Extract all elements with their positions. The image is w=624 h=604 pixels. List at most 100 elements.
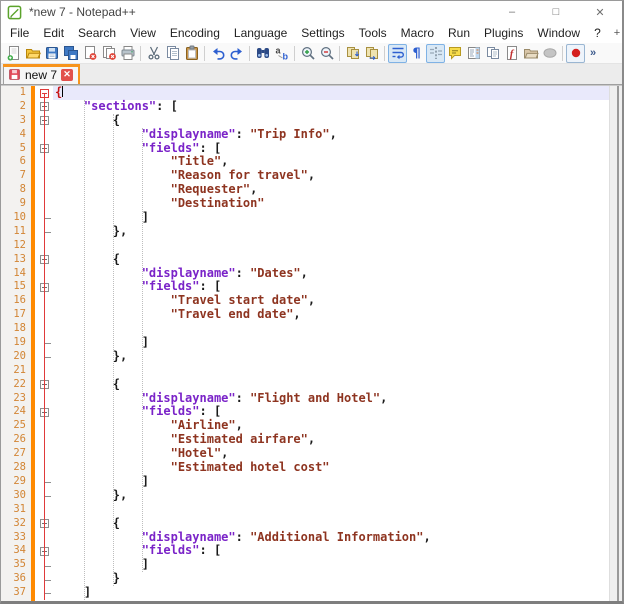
code-line[interactable] — [53, 364, 609, 378]
function-list-icon[interactable]: f — [502, 44, 521, 63]
code-line[interactable]: ] — [53, 211, 609, 225]
sync-horizontal-icon[interactable] — [362, 44, 381, 63]
code-line[interactable]: }, — [53, 350, 609, 364]
undo-icon[interactable] — [208, 44, 227, 63]
code-line[interactable]: "displayname": "Trip Info", — [53, 128, 609, 142]
print-icon[interactable] — [118, 44, 137, 63]
code-line[interactable] — [53, 503, 609, 517]
menu-item-search[interactable]: Search — [71, 24, 123, 42]
copy-icon[interactable] — [163, 44, 182, 63]
editor-pane[interactable]: 1234567891011121314151617181920212223242… — [1, 85, 622, 602]
menu-plus-button[interactable]: + — [608, 26, 624, 40]
minimize-button[interactable]: – — [490, 1, 534, 23]
line-number: 8 — [1, 183, 31, 197]
code-line[interactable]: "displayname": "Dates", — [53, 267, 609, 281]
record-macro-icon[interactable] — [566, 44, 585, 63]
replace-icon[interactable]: ab — [272, 44, 291, 63]
new-file-icon[interactable] — [4, 44, 23, 63]
code-line[interactable]: "Destination" — [53, 197, 609, 211]
save-all-icon[interactable] — [61, 44, 80, 63]
unsaved-file-icon — [8, 68, 21, 81]
close-file-icon[interactable] — [80, 44, 99, 63]
code-line[interactable]: "displayname": "Flight and Hotel", — [53, 392, 609, 406]
code-line[interactable] — [53, 322, 609, 336]
code-line[interactable]: "Airline", — [53, 419, 609, 433]
menu-item-plugins[interactable]: Plugins — [477, 24, 530, 42]
close-button[interactable]: ✕ — [578, 1, 622, 23]
current-code-line[interactable]: { — [53, 86, 609, 100]
folder-as-workspace-icon[interactable] — [521, 44, 540, 63]
code-line[interactable]: { — [53, 378, 609, 392]
code-line[interactable]: "Title", — [53, 155, 609, 169]
code-line[interactable] — [53, 239, 609, 253]
menu-item-macro[interactable]: Macro — [394, 24, 441, 42]
indent-guide-icon[interactable] — [426, 44, 445, 63]
menu-item-encoding[interactable]: Encoding — [163, 24, 227, 42]
code-line[interactable]: "Travel start date", — [53, 294, 609, 308]
code-line[interactable]: "Requester", — [53, 183, 609, 197]
zoom-in-icon[interactable] — [298, 44, 317, 63]
paste-icon[interactable] — [182, 44, 201, 63]
find-icon[interactable] — [253, 44, 272, 63]
code-line[interactable]: ] — [53, 586, 609, 600]
code-line[interactable]: "Travel end date", — [53, 308, 609, 322]
vertical-scrollbar[interactable] — [609, 86, 622, 602]
scrollbar-thumb[interactable] — [617, 86, 619, 602]
sync-vertical-icon[interactable] — [343, 44, 362, 63]
fold-margin[interactable] — [37, 86, 53, 602]
line-number: 5 — [1, 142, 31, 156]
monitoring-icon[interactable] — [540, 44, 559, 63]
tab-close-icon[interactable]: ✕ — [61, 69, 73, 81]
code-line[interactable]: ] — [53, 336, 609, 350]
line-number: 9 — [1, 197, 31, 211]
code-line[interactable]: ] — [53, 475, 609, 489]
close-all-icon[interactable] — [99, 44, 118, 63]
code-line[interactable]: { — [53, 517, 609, 531]
toolbar-overflow-chevron[interactable]: » — [587, 47, 599, 59]
menu-item-settings[interactable]: Settings — [294, 24, 351, 42]
line-number: 15 — [1, 280, 31, 294]
line-number: 4 — [1, 128, 31, 142]
menu-item-window[interactable]: Window — [530, 24, 587, 42]
code-line[interactable]: { — [53, 114, 609, 128]
menu-item-edit[interactable]: Edit — [36, 24, 71, 42]
menu-item-tools[interactable]: Tools — [352, 24, 394, 42]
code-line[interactable]: }, — [53, 225, 609, 239]
code-line[interactable]: "displayname": "Additional Information", — [53, 531, 609, 545]
code-token: , — [221, 154, 228, 168]
menu-item-language[interactable]: Language — [227, 24, 294, 42]
show-all-characters-icon[interactable]: ¶ — [407, 44, 426, 63]
document-list-icon[interactable] — [483, 44, 502, 63]
code-token — [55, 460, 171, 474]
code-line[interactable]: "fields": [ — [53, 280, 609, 294]
zoom-out-icon[interactable] — [317, 44, 336, 63]
code-line[interactable]: } — [53, 572, 609, 586]
redo-icon[interactable] — [227, 44, 246, 63]
code-line[interactable]: "sections": [ — [53, 100, 609, 114]
word-wrap-icon[interactable] — [388, 44, 407, 63]
code-line[interactable]: "fields": [ — [53, 544, 609, 558]
code-line[interactable]: "Estimated hotel cost" — [53, 461, 609, 475]
tab-new-7[interactable]: new 7 ✕ — [3, 64, 79, 84]
code-line[interactable]: "fields": [ — [53, 405, 609, 419]
menu-item-view[interactable]: View — [123, 24, 163, 42]
code-line[interactable]: { — [53, 253, 609, 267]
line-number: 20 — [1, 350, 31, 364]
code-line[interactable]: "Estimated airfare", — [53, 433, 609, 447]
code-line[interactable]: "Reason for travel", — [53, 169, 609, 183]
code-line[interactable]: "fields": [ — [53, 142, 609, 156]
open-file-icon[interactable] — [23, 44, 42, 63]
document-map-icon[interactable] — [464, 44, 483, 63]
code-line[interactable]: }, — [53, 489, 609, 503]
cut-icon[interactable] — [144, 44, 163, 63]
save-icon[interactable] — [42, 44, 61, 63]
code-text-area[interactable]: { "sections": [ { "displayname": "Trip I… — [53, 86, 609, 602]
maximize-button[interactable]: □ — [534, 1, 578, 23]
menu-item-run[interactable]: Run — [441, 24, 477, 42]
menu-item-file[interactable]: File — [3, 24, 36, 42]
code-line[interactable]: "Hotel", — [53, 447, 609, 461]
line-number: 26 — [1, 433, 31, 447]
code-line[interactable]: ] — [53, 558, 609, 572]
define-language-icon[interactable] — [445, 44, 464, 63]
menu-item-help[interactable]: ? — [587, 24, 608, 42]
